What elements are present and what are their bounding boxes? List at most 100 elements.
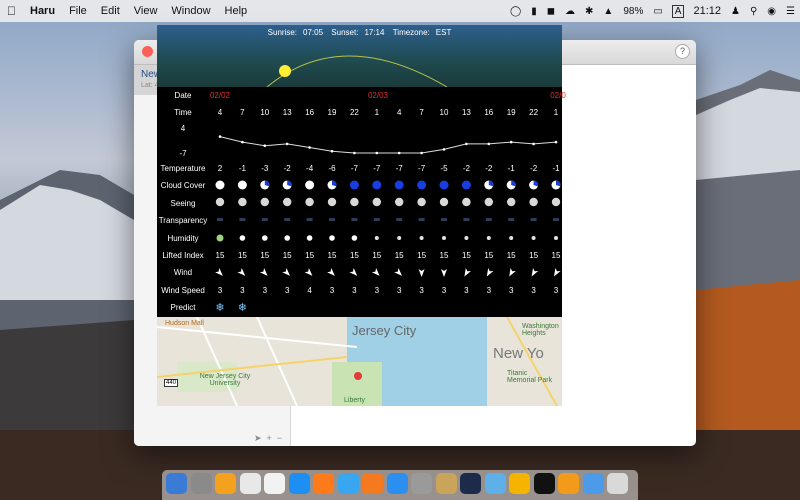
wind-speed-cell: 3 <box>464 286 469 295</box>
humidity-dot <box>509 236 514 240</box>
dock-app-icon[interactable] <box>215 473 236 494</box>
dock-app-icon[interactable] <box>264 473 285 494</box>
dock-app-icon[interactable] <box>509 473 530 494</box>
cloud-cover-dot <box>394 180 404 190</box>
transparency-mark <box>508 218 515 221</box>
lifted-index-cell: 15 <box>349 251 359 260</box>
dock-app-icon[interactable] <box>313 473 334 494</box>
humidity-dot <box>239 235 246 241</box>
bluetooth-icon[interactable]: ✱ <box>580 6 598 17</box>
input-source-icon[interactable]: A <box>671 4 685 18</box>
dock-app-icon[interactable] <box>484 473 506 494</box>
transparency-mark <box>329 218 335 221</box>
menu-app-name[interactable]: Haru <box>23 5 62 17</box>
battery-percent[interactable]: 98% <box>618 6 648 17</box>
wind-speed-cell: 3 <box>508 286 514 295</box>
cloud-cover-dot <box>372 180 382 190</box>
status-icon-1password[interactable]: ◯ <box>505 6 526 17</box>
lifted-index-cell: 15 <box>484 251 494 260</box>
dock-app-icon[interactable] <box>362 473 383 494</box>
menu-view[interactable]: View <box>127 5 165 17</box>
notification-center-icon[interactable]: ☰ <box>781 6 800 17</box>
menu-edit[interactable]: Edit <box>94 5 127 17</box>
seeing-dot <box>529 197 538 207</box>
humidity-dot <box>397 236 402 240</box>
spotlight-icon[interactable]: ⚲ <box>745 6 762 17</box>
time-cell: 1 <box>553 108 559 117</box>
snowflake-icon: ❄ <box>237 302 247 314</box>
seeing-dot <box>439 197 449 207</box>
temperature-point <box>330 149 334 153</box>
transparency-mark <box>261 218 268 221</box>
dock-app-icon[interactable] <box>239 473 261 494</box>
seeing-dot <box>283 197 292 207</box>
map-label-hudson-mall: Hudson Mall <box>165 320 204 327</box>
lifted-index-cell: 15 <box>551 251 561 260</box>
location-map[interactable]: Hudson Mall Jersey City New Jersey City … <box>157 317 562 406</box>
transparency-mark <box>351 218 358 221</box>
map-pin-icon <box>354 372 362 380</box>
apple-icon[interactable]:  <box>0 4 23 18</box>
cloud-cover-dot <box>305 180 315 190</box>
status-icon-cloud[interactable]: ☁ <box>560 6 580 17</box>
map-label-liberty: Liberty <box>344 397 366 404</box>
menu-help[interactable]: Help <box>218 5 255 17</box>
wind-speed-cell: 3 <box>240 286 245 295</box>
dock-app-icon[interactable] <box>190 473 212 494</box>
dock-app-icon[interactable] <box>337 473 359 494</box>
dock-app-icon[interactable] <box>533 473 555 494</box>
dock-app-icon[interactable] <box>411 473 432 494</box>
sun-arc <box>266 55 448 87</box>
dock-app-icon[interactable] <box>607 473 628 494</box>
wind-speed-cell: 3 <box>486 286 492 295</box>
humidity-dot <box>486 236 491 240</box>
user-icon[interactable]: ♟ <box>726 6 745 17</box>
time-cell: 22 <box>349 108 359 117</box>
transparency-mark <box>217 218 223 221</box>
wind-arrow-icon <box>215 268 223 276</box>
battery-icon[interactable]: ▭ <box>648 6 667 17</box>
cloud-cover-dot <box>215 180 225 190</box>
dock-app-icon[interactable] <box>435 473 457 494</box>
wind-speed-cell: 3 <box>217 286 223 295</box>
wind-speed-cell: 3 <box>419 286 424 295</box>
seeing-dot <box>395 197 404 207</box>
time-cell: 1 <box>374 108 380 117</box>
cloud-cover-dot <box>461 180 471 190</box>
menu-window[interactable]: Window <box>164 5 217 17</box>
temperature-chart <box>215 135 561 277</box>
temperature-cell: -7 <box>350 164 358 173</box>
lifted-index-cell: 15 <box>282 251 292 260</box>
status-icon-drive[interactable]: ◼ <box>542 6 560 17</box>
status-icon-clipboard[interactable]: ▮ <box>526 6 542 17</box>
dock-app-icon[interactable] <box>582 473 604 494</box>
seeing-dot <box>327 197 337 207</box>
lifted-index-cell: 15 <box>260 251 270 260</box>
clock[interactable]: 21:12 <box>688 5 726 17</box>
humidity-dot <box>306 235 313 241</box>
seeing-dot <box>507 197 516 207</box>
temperature-cell: -3 <box>261 164 269 173</box>
dock-app-icon[interactable] <box>288 473 310 494</box>
temperature-cell: -1 <box>238 164 246 173</box>
dock-app-icon[interactable] <box>460 473 481 494</box>
humidity-dot <box>351 235 358 241</box>
time-cell: 13 <box>461 108 471 117</box>
help-button[interactable]: ? <box>675 44 690 59</box>
time-cell: 7 <box>240 108 245 117</box>
dock-app-icon[interactable] <box>386 473 408 494</box>
temperature-cell: 2 <box>217 164 223 173</box>
siri-icon[interactable]: ◉ <box>762 6 781 17</box>
temperature-line <box>219 136 557 154</box>
locate-icon[interactable]: ➤ <box>254 433 262 444</box>
dock-app-icon[interactable] <box>558 473 579 494</box>
transparency-mark <box>306 218 313 221</box>
dock-app-icon[interactable] <box>166 473 187 494</box>
wifi-icon[interactable]: ▲ <box>598 6 618 17</box>
remove-location-button[interactable]: − <box>277 433 282 444</box>
seeing-dot <box>350 197 359 207</box>
temperature-cell: -5 <box>440 164 448 173</box>
lifted-index-cell: 15 <box>461 251 471 260</box>
add-location-button[interactable]: + <box>267 433 272 444</box>
menu-file[interactable]: File <box>62 5 94 17</box>
